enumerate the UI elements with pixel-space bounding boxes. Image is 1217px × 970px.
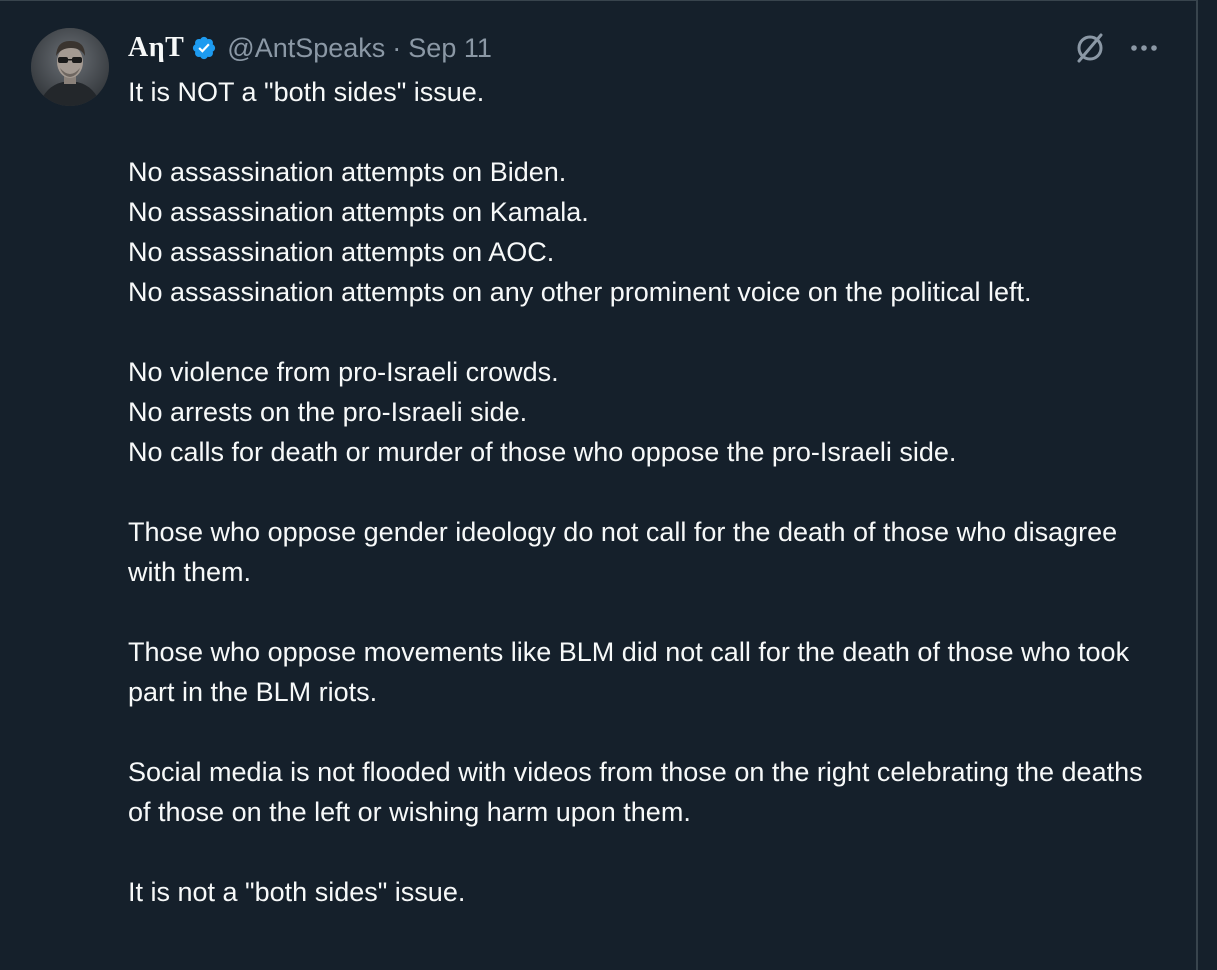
tweet-text: It is NOT a "both sides" issue. No assas… (128, 72, 1168, 952)
author-handle[interactable]: @AntSpeaks (227, 33, 385, 64)
tweet-paragraph: No violence from pro-Israeli crowds. No … (128, 357, 957, 467)
tweet-paragraph: It is NOT a "both sides" issue. (128, 77, 485, 107)
tweet-paragraph: Social media is not flooded with videos … (128, 757, 1143, 827)
tweet-paragraph: It is not a "both sides" issue. (128, 877, 466, 907)
display-name[interactable]: AηT (128, 32, 184, 64)
top-divider (0, 0, 1197, 1)
avatar[interactable] (31, 28, 109, 106)
tweet-paragraph: Those who oppose gender ideology do not … (128, 517, 1118, 587)
tweet-date[interactable]: Sep 11 (408, 33, 492, 64)
tweet-paragraph: No assassination attempts on Biden. No a… (128, 157, 1032, 307)
grok-icon[interactable] (1072, 30, 1108, 66)
verified-badge-icon[interactable] (191, 35, 217, 61)
tweet-header: AηT @AntSpeaks · Sep 11 (128, 28, 492, 68)
tweet-paragraph: Those who oppose movements like BLM did … (128, 637, 1130, 707)
right-gutter (1198, 0, 1217, 970)
header-separator: · (392, 32, 402, 63)
more-icon[interactable] (1125, 30, 1165, 66)
